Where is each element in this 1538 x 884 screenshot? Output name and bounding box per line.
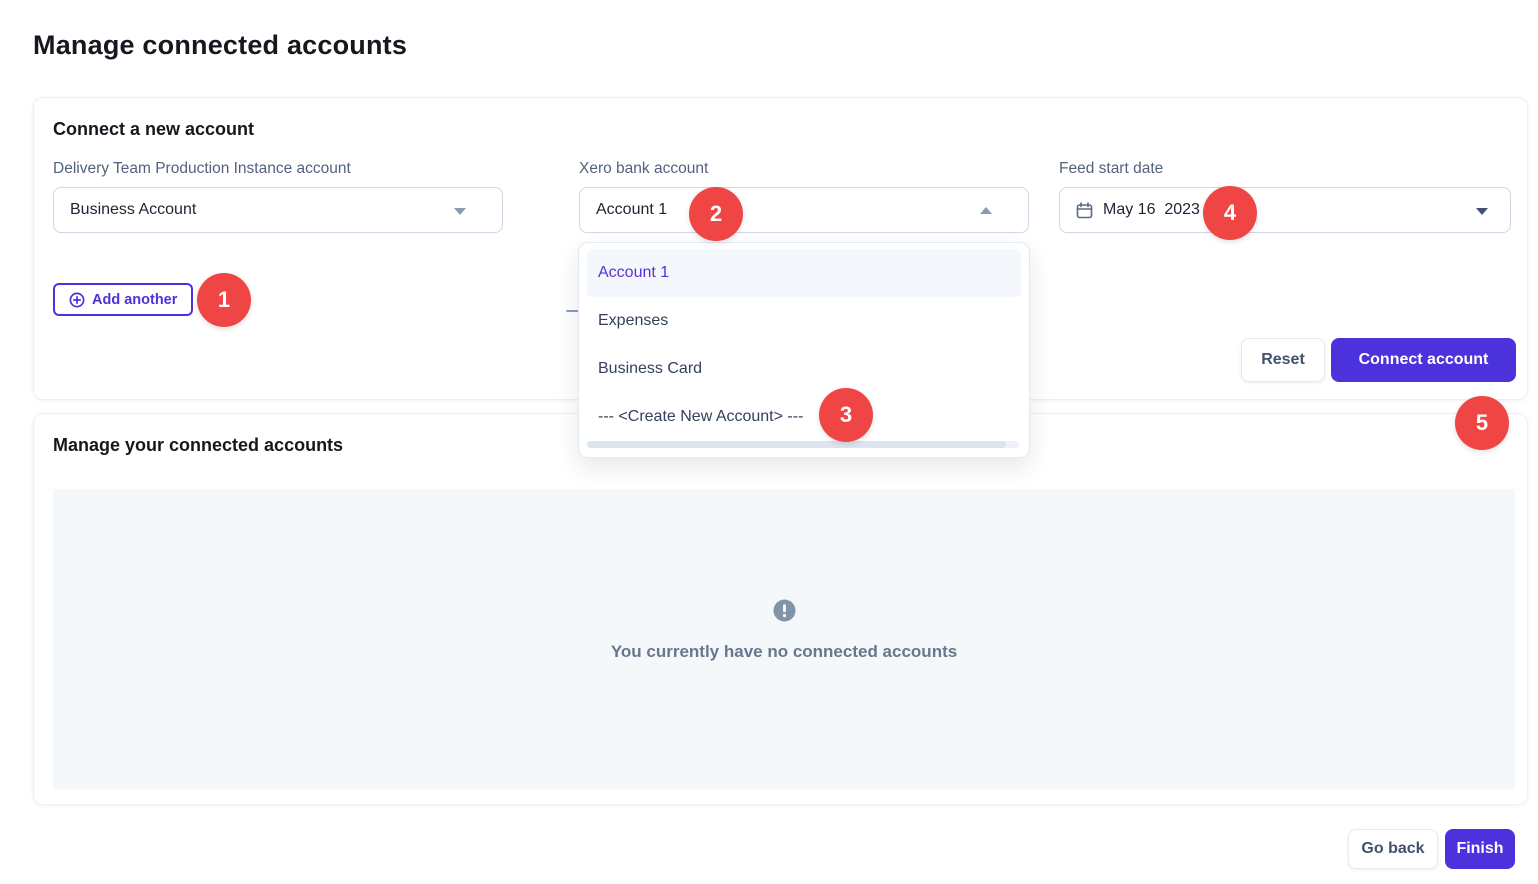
circled-plus-icon xyxy=(69,292,85,308)
connect-account-button[interactable]: Connect account xyxy=(1331,338,1516,382)
annotation-badge-5: 5 xyxy=(1455,396,1509,450)
connected-accounts-empty-state: You currently have no connected accounts xyxy=(53,489,1515,789)
connect-card-heading: Connect a new account xyxy=(53,119,254,140)
xero-account-dropdown: Account 1 Expenses Business Card --- <Cr… xyxy=(578,242,1030,458)
source-account-value: Business Account xyxy=(70,201,196,219)
manage-card-heading: Manage your connected accounts xyxy=(53,435,343,456)
dropdown-option-business-card[interactable]: Business Card xyxy=(587,345,1021,393)
xero-account-select[interactable]: Account 1 xyxy=(579,187,1029,233)
feed-start-date-value: May 16 2023 xyxy=(1103,201,1200,219)
dropdown-option-expenses[interactable]: Expenses xyxy=(587,297,1021,345)
annotation-badge-1: 1 xyxy=(197,273,251,327)
finish-button[interactable]: Finish xyxy=(1445,829,1515,869)
calendar-icon xyxy=(1076,202,1093,219)
feed-start-date-field: Feed start date May 16 2023 xyxy=(1059,160,1511,233)
add-another-label: Add another xyxy=(92,292,177,308)
dropdown-horizontal-scrollbar[interactable] xyxy=(587,441,1019,448)
xero-account-field: Xero bank account Account 1 xyxy=(579,160,1029,233)
scrollbar-thumb[interactable] xyxy=(587,441,1006,448)
chevron-up-icon xyxy=(980,207,992,214)
source-account-select[interactable]: Business Account xyxy=(53,187,503,233)
annotation-badge-4: 4 xyxy=(1203,186,1257,240)
reset-button[interactable]: Reset xyxy=(1241,338,1325,382)
chevron-down-icon xyxy=(454,208,466,215)
manage-accounts-card: Manage your connected accounts You curre… xyxy=(33,413,1528,805)
empty-state-message: You currently have no connected accounts xyxy=(611,642,957,662)
feed-start-date-picker[interactable]: May 16 2023 xyxy=(1059,187,1511,233)
chevron-down-icon xyxy=(1476,208,1488,215)
dropdown-option-create-new-account[interactable]: --- <Create New Account> --- xyxy=(587,393,1021,441)
dropdown-option-account-1[interactable]: Account 1 xyxy=(587,249,1021,297)
xero-account-value: Account 1 xyxy=(596,201,667,219)
annotation-badge-2: 2 xyxy=(689,187,743,241)
page-title: Manage connected accounts xyxy=(33,30,407,61)
add-another-button[interactable]: Add another xyxy=(53,283,193,316)
source-account-field: Delivery Team Production Instance accoun… xyxy=(53,160,503,233)
feed-start-date-label: Feed start date xyxy=(1059,160,1511,178)
footer-actions: Go back Finish xyxy=(0,829,1515,869)
xero-account-label: Xero bank account xyxy=(579,160,1029,178)
info-exclamation-icon xyxy=(773,599,796,622)
source-account-label: Delivery Team Production Instance accoun… xyxy=(53,160,503,178)
annotation-badge-3: 3 xyxy=(819,388,873,442)
go-back-button[interactable]: Go back xyxy=(1348,829,1438,869)
